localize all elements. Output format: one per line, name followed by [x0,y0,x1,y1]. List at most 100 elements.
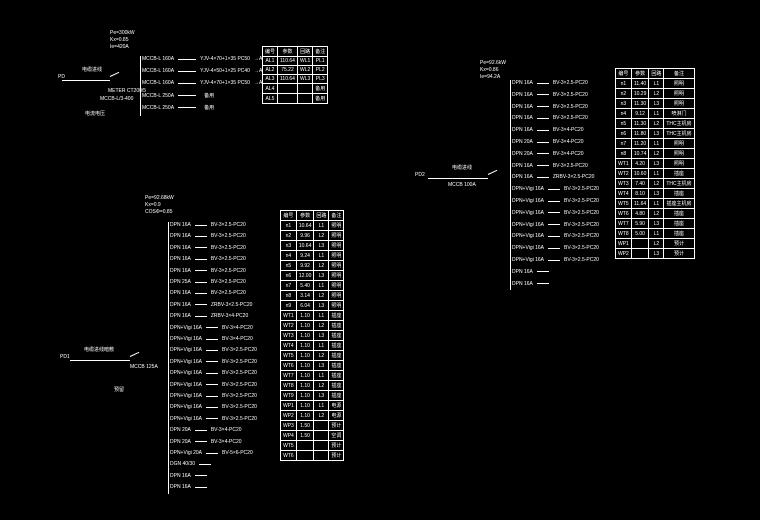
table-row: n612.00L3照明 [281,271,344,281]
wire-line-icon [195,293,207,294]
table-cell: 10.60 [631,169,649,179]
cable-label: BV-3×4-PC20 [553,139,584,145]
cable-label: BV-3×2.5-PC20 [222,382,257,388]
cable-label: BV-3×2.5-PC20 [553,163,588,169]
table-cell: WT9 [281,391,297,401]
circuit-row: DGN 40/30 [170,461,215,467]
table-cell: L3 [649,219,664,229]
cable-label: BV-3×2.5-PC20 [564,222,599,228]
circuit-row: DPN+Vigi 16ABV-3×2.5-PC20 [170,382,257,388]
table-cell: L3 [649,189,664,199]
table-header-cell: 备注 [664,69,694,79]
wire-line-icon [195,270,207,271]
table-cell: 照明 [329,281,344,291]
wire-line-icon [206,350,218,351]
cable-label: BV-3×4-PC20 [222,325,253,331]
table-cell: n3 [616,99,632,109]
circuit-row: DPN+Vigi 20ABV-5×6-PC20 [170,450,253,456]
wire-line-icon [195,430,207,431]
table-header-cell: 编号 [263,47,278,57]
table-cell: 10.64 [296,241,314,251]
breaker-label: DPN 16A [170,245,191,251]
wire-line-icon [548,212,560,213]
table-row: n711.20L1照明 [616,139,695,149]
table-row: n96.04L3照明 [281,301,344,311]
wire-line-icon [195,236,207,237]
table-cell: AL5 [263,94,278,104]
wire-line-icon [206,453,218,454]
table-cell: 9.12 [631,109,649,119]
table-row: WT37.40L2THC主机房 [616,179,695,189]
table-cell [296,451,314,461]
table-cell: L2 [649,209,664,219]
circuit-row: DPN+Vigi 16ABV-3×4-PC20 [170,336,253,342]
table-cell: WT5 [616,199,632,209]
wire-line-icon [195,282,207,283]
table-cell: 照明 [664,149,694,159]
table-cell: 备用 [313,84,328,94]
cable-label: BV-3×2.5-PC20 [553,115,588,121]
table-row: n59.92L2照明 [281,261,344,271]
table-cell: AL4 [263,84,278,94]
param-line: Kx=0.86 [480,67,506,73]
breaker-label: MCCB-L 250A [142,105,174,111]
table-cell: WL2 [297,66,312,75]
table-cell [278,84,298,94]
cable-label: BV-3×2.5-PC20 [211,279,246,285]
table-cell: WT6 [281,451,297,461]
table-cell: 备用 [313,94,328,104]
wire-line-icon [537,118,549,119]
table-row: WT11.10L1插座 [281,311,344,321]
table-cell: PL2 [313,66,328,75]
wire-line-icon [195,304,207,305]
table-cell: L2 [314,321,329,331]
table-cell: n9 [281,301,297,311]
breaker-label: DPN+Vigi 16A [512,233,544,239]
panel-c-main-switch-label: MCCB 100A [448,182,476,188]
destination-label: 备用 [204,104,214,111]
breaker-label: MCCB-L 160A [142,68,174,74]
table-cell: L3 [649,249,664,259]
table-header-cell: 编号 [616,69,632,79]
table-cell: WT8 [281,381,297,391]
wire-line-icon [195,225,207,226]
table-row: WT21.10L2插座 [281,321,344,331]
panel-b-table: 编号参数回路备注 n110.64L1照明n29.96L2照明n310.64L3照… [280,210,344,461]
table-cell: n1 [616,79,632,89]
table-cell: WL3 [297,75,312,84]
table-cell: 照明 [664,79,694,89]
table-cell: 110.64 [278,57,298,66]
table-cell: 1.10 [296,361,314,371]
table-cell: 预计 [329,421,344,431]
breaker-label: DPN 25A [170,279,191,285]
breaker-label: DPN 16A [170,290,191,296]
table-cell: L1 [649,79,664,89]
circuit-row: DPN+Vigi 16ABV-3×2.5-PC20 [170,370,257,376]
breaker-label: DPN 16A [170,233,191,239]
table-cell: 照明 [329,241,344,251]
wire-line-icon [537,271,549,272]
table-cell: WP1 [616,239,632,249]
table-cell: 插座 [329,361,344,371]
param-line: Pe=92.68kW [145,195,174,201]
table-cell: L1 [649,229,664,239]
cable-label: BV-3×2.5-PC20 [564,233,599,239]
param-line: Kx=0.85 [110,37,135,43]
param-line: Ie=420A [110,44,135,50]
breaker-label: DPN 16A [512,127,533,133]
breaker-label: DPN+Vigi 20A [170,450,202,456]
table-cell: L3 [649,99,664,109]
cable-label: BV-3×2.5-PC20 [211,222,246,228]
table-cell: WT6 [281,361,297,371]
panel-b-bus-icon [168,222,169,494]
table-header-cell: 参数 [631,69,649,79]
circuit-row: DPN 16A [170,473,211,479]
table-cell: 预计 [664,239,694,249]
table-cell: 插座 [329,381,344,391]
table-cell: 1.50 [296,421,314,431]
table-cell: 1.10 [296,341,314,351]
breaker-label: DPN 20A [170,439,191,445]
circuit-row: DPN 16ABV-3×2.5-PC20 [512,115,588,121]
table-cell: WT3 [616,179,632,189]
table-cell: 3.14 [296,291,314,301]
